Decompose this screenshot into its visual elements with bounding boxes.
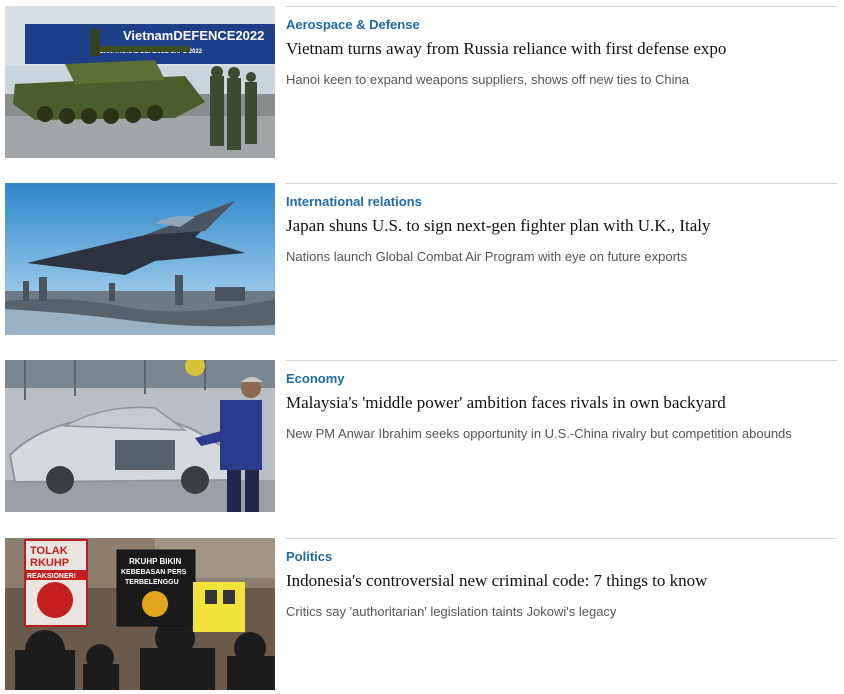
- article-thumbnail[interactable]: [5, 183, 275, 335]
- article-thumbnail[interactable]: TOLAK RKUHP REAKSIONER! RKUHP BIKIN KEBE…: [5, 538, 275, 690]
- article-item: TOLAK RKUHP REAKSIONER! RKUHP BIKIN KEBE…: [5, 538, 837, 690]
- article-summary: Nations launch Global Combat Air Program…: [286, 249, 688, 264]
- divider: [286, 538, 837, 539]
- article-thumbnail[interactable]: VietnamDEFENCE2022 INTERNATIONAL DEFENCE…: [5, 6, 275, 158]
- sign2-line2-text: KEBEBASAN PERS: [121, 569, 187, 576]
- sign1-line2-text: RKUHP: [30, 557, 69, 569]
- article-headline-link[interactable]: Vietnam turns away from Russia reliance …: [286, 39, 726, 59]
- article-summary: Hanoi keen to expand weapons suppliers, …: [286, 72, 690, 87]
- article-summary: Critics say 'authoritarian' legislation …: [286, 604, 617, 619]
- sign1-line1-text: TOLAK: [30, 545, 68, 557]
- article-item: Economy Malaysia's 'middle power' ambiti…: [5, 360, 837, 512]
- divider: [286, 183, 837, 184]
- article-summary: New PM Anwar Ibrahim seeks opportunity i…: [286, 426, 792, 441]
- article-category-link[interactable]: Politics: [286, 549, 332, 564]
- sign1-line3-text: REAKSIONER!: [27, 573, 76, 580]
- article-category-link[interactable]: International relations: [286, 194, 422, 209]
- article-headline-link[interactable]: Malaysia's 'middle power' ambition faces…: [286, 393, 726, 413]
- sign2-line3-text: TERBELENGGU: [125, 579, 179, 586]
- article-category-link[interactable]: Economy: [286, 371, 345, 386]
- article-category-link[interactable]: Aerospace & Defense: [286, 17, 420, 32]
- divider: [286, 360, 837, 361]
- article-headline-link[interactable]: Japan shuns U.S. to sign next-gen fighte…: [286, 216, 710, 236]
- article-item: VietnamDEFENCE2022 INTERNATIONAL DEFENCE…: [5, 6, 837, 158]
- divider: [286, 6, 837, 7]
- article-item: International relations Japan shuns U.S.…: [5, 183, 837, 335]
- article-headline-link[interactable]: Indonesia's controversial new criminal c…: [286, 571, 707, 591]
- banner-main-text: VietnamDEFENCE2022: [123, 28, 264, 43]
- sign2-line1-text: RKUHP BIKIN: [129, 557, 182, 566]
- article-thumbnail[interactable]: [5, 360, 275, 512]
